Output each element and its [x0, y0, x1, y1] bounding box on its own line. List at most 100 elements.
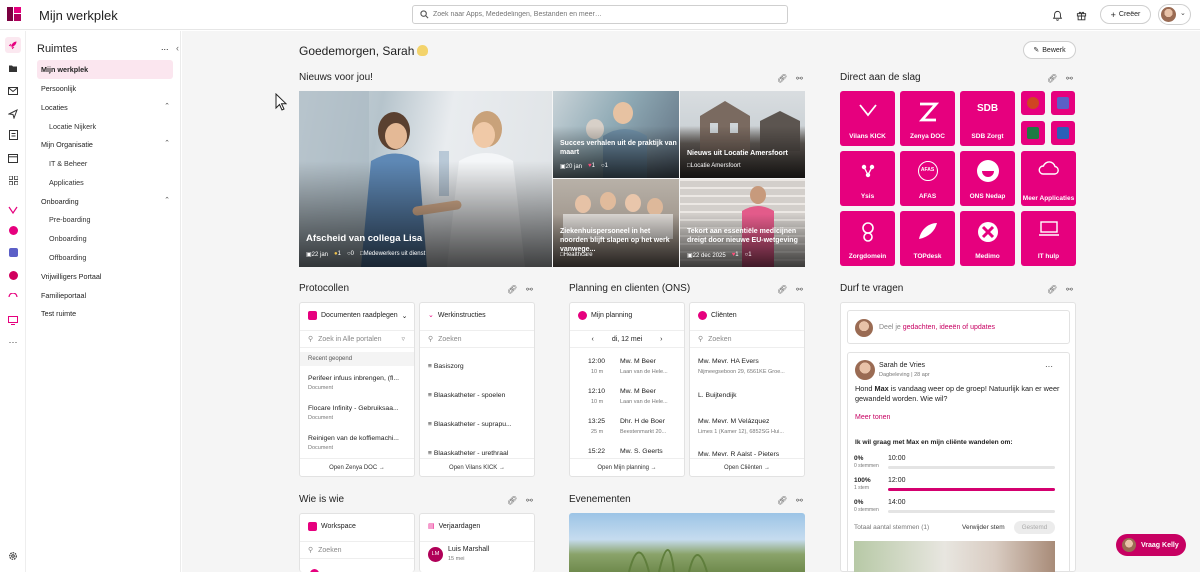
news-item-4[interactable]: Ziekenhuispersoneel in het noorden blijf… [553, 179, 679, 267]
documents-header[interactable]: Documenten raadplegen ⌄ [308, 311, 408, 320]
ask-kelly-button[interactable]: Vraag Kelly [1116, 534, 1186, 556]
search-input[interactable] [433, 8, 773, 21]
rail-calendar-icon[interactable] [5, 150, 21, 166]
instruction-row[interactable]: ≡ Basiszorg [428, 363, 464, 370]
client-name[interactable]: L. Buijtendijk [698, 392, 737, 399]
poll-option-label[interactable]: 12:00 [888, 477, 906, 484]
people-icon[interactable]: ⚯ [1066, 285, 1073, 294]
app-tile-topdesk[interactable]: TOPdesk [900, 211, 955, 266]
link-icon[interactable]: 🔗︎ [507, 285, 517, 294]
sidebar-item-onboarding[interactable]: Onboarding ⌃ [37, 192, 173, 211]
link-icon[interactable]: 🔗︎ [777, 285, 787, 294]
chevron-right-icon[interactable]: › [660, 336, 662, 343]
appointment-client[interactable]: Dhr. H de Boer [620, 418, 665, 425]
sidebar-item-offboarding[interactable]: Offboarding [45, 248, 173, 267]
compose-box[interactable]: Deel je gedachten, ideeën of updates [847, 310, 1070, 344]
chevron-up-icon[interactable]: ⌃ [164, 196, 170, 204]
app-tile-ysis[interactable]: Ysis [840, 151, 895, 206]
people-icon[interactable]: ⚯ [1066, 74, 1073, 83]
rail-document-icon[interactable] [5, 127, 21, 143]
voted-button[interactable]: Gestemd [1014, 521, 1055, 534]
sidebar-more-icon[interactable]: ... [161, 42, 169, 52]
rail-link-icon[interactable] [5, 289, 21, 305]
document-row-title[interactable]: Perifeer infuus inbrengen, (fl... [308, 375, 408, 382]
event-image[interactable] [569, 513, 805, 572]
news-item-featured[interactable]: Afscheid van collega Lisa ▣22 jan ●1 ○0 … [299, 91, 552, 267]
sidebar-item-test-ruimte[interactable]: Test ruimte [37, 304, 173, 323]
client-name[interactable]: Mw. Mevr. R Aalst - Pieters [698, 451, 779, 458]
sidebar-item-it-beheer[interactable]: IT & Beheer [45, 154, 173, 173]
app-tile-vilans-kick[interactable]: Vilans KICK [840, 91, 895, 146]
link-icon[interactable]: 🔗︎ [1047, 285, 1057, 294]
news-item-2[interactable]: Succes verhalen uit de praktijk van maar… [553, 91, 679, 178]
people-icon[interactable]: ⚯ [526, 285, 533, 294]
app-teams[interactable] [1051, 91, 1075, 115]
instruction-row[interactable]: ≡ Blaaskatheter - suprapu... [428, 421, 512, 428]
rail-teams-icon[interactable] [5, 244, 21, 260]
poll-option-bar[interactable] [888, 466, 1055, 469]
birthday-name[interactable]: Luis Marshall [448, 546, 489, 553]
rail-vilans-icon[interactable] [5, 201, 21, 217]
instruction-row[interactable]: ≡ Blaaskatheter - spoelen [428, 392, 505, 399]
clients-search[interactable]: ⚲ Zoeken [690, 330, 804, 348]
rail-apps-icon[interactable] [5, 172, 21, 188]
document-row-title[interactable]: Reinigen van de koffiemachi... [308, 435, 408, 442]
rail-monitor-icon[interactable] [5, 312, 21, 328]
global-search[interactable] [412, 5, 788, 24]
sidebar-collapse-icon[interactable]: ‹ [176, 43, 179, 53]
poll-option-bar[interactable] [888, 488, 1055, 491]
rail-rocket-icon[interactable] [5, 37, 21, 53]
open-zenya-link[interactable]: Open Zenya DOC → [300, 458, 414, 476]
show-more-link[interactable]: Meer tonen [855, 414, 890, 421]
link-icon[interactable]: 🔗︎ [777, 496, 787, 505]
sidebar-item-locaties[interactable]: Locaties ⌃ [37, 98, 173, 117]
people-icon[interactable]: ⚯ [796, 74, 803, 83]
documents-search[interactable]: ⚲ Zoek in Alle portalen ▿ [300, 330, 414, 348]
post-author[interactable]: Sarah de Vries [879, 362, 925, 369]
open-clients-link[interactable]: Open Cliënten → [690, 458, 804, 476]
chevron-left-icon[interactable]: ‹ [591, 336, 593, 343]
sidebar-item-pre-boarding[interactable]: Pre-boarding [45, 210, 173, 229]
gift-icon[interactable] [1074, 8, 1088, 22]
document-row-title[interactable]: Flocare Infinity - Gebruiksaa... [308, 405, 408, 412]
client-name[interactable]: Mw. Mevr. HA Evers [698, 358, 759, 365]
people-icon[interactable]: ⚯ [526, 496, 533, 505]
app-word[interactable] [1051, 121, 1075, 145]
news-item-3[interactable]: Nieuws uit Locatie Amersfoort □Locatie A… [680, 91, 805, 178]
poll-option-bar[interactable] [888, 510, 1055, 513]
edit-button[interactable]: ✎ Bewerk [1023, 41, 1076, 59]
open-planning-link[interactable]: Open Mijn planning → [570, 458, 684, 476]
chevron-up-icon[interactable]: ⌃ [164, 139, 170, 147]
sidebar-item-vrijwilligers-portaal[interactable]: Vrijwilligers Portaal [37, 267, 173, 286]
app-tile-it-hulp[interactable]: IT hulp [1021, 211, 1076, 266]
app-powerpoint[interactable] [1021, 91, 1045, 115]
app-tile-medimo[interactable]: Medimo [960, 211, 1015, 266]
link-icon[interactable]: 🔗︎ [777, 74, 787, 83]
app-excel[interactable] [1021, 121, 1045, 145]
sidebar-item-persoonlijk[interactable]: Persoonlijk [37, 79, 173, 98]
sidebar-item-mijn-organisatie[interactable]: Mijn Organisatie ⌃ [37, 135, 173, 154]
news-item-5[interactable]: Tekort aan essentiële medicijnen dreigt … [680, 179, 805, 267]
sidebar-item-mijn-werkplek[interactable]: Mijn werkplek [37, 60, 173, 79]
profile-menu-button[interactable]: ⌄ [1158, 4, 1191, 25]
rail-folder-icon[interactable] [5, 60, 21, 76]
people-icon[interactable]: ⚯ [796, 285, 803, 294]
sidebar-item-locatie-nijkerk[interactable]: Locatie Nijkerk [45, 117, 173, 136]
app-tile-zenya-doc[interactable]: Zenya DOC [900, 91, 955, 146]
rail-settings-icon[interactable] [5, 548, 21, 564]
open-vilans-link[interactable]: Open Vilans KICK → [420, 458, 534, 476]
rail-ons-icon[interactable] [5, 222, 21, 238]
create-button[interactable]: + Creëer [1100, 5, 1151, 24]
work-instructions-search[interactable]: ⚲ Zoeken [420, 330, 534, 348]
chevron-up-icon[interactable]: ⌃ [164, 102, 170, 110]
app-tile-sdb-zorgt[interactable]: SDB SDB Zorgt [960, 91, 1015, 146]
rail-more-icon[interactable]: ··· [5, 334, 21, 350]
post-more-icon[interactable]: ··· [1045, 362, 1053, 371]
link-icon[interactable]: 🔗︎ [507, 496, 517, 505]
rail-send-icon[interactable] [5, 106, 21, 122]
appointment-client[interactable]: Mw. M Beer [620, 358, 656, 365]
instruction-row[interactable]: ≡ Blaaskatheter - urethraal [428, 450, 508, 457]
workspace-search[interactable]: ⚲ Zoeken [300, 541, 414, 559]
app-tile-zorgdomein[interactable]: Zorgdomein [840, 211, 895, 266]
client-name[interactable]: Mw. Mevr. M Velázquez [698, 418, 769, 425]
